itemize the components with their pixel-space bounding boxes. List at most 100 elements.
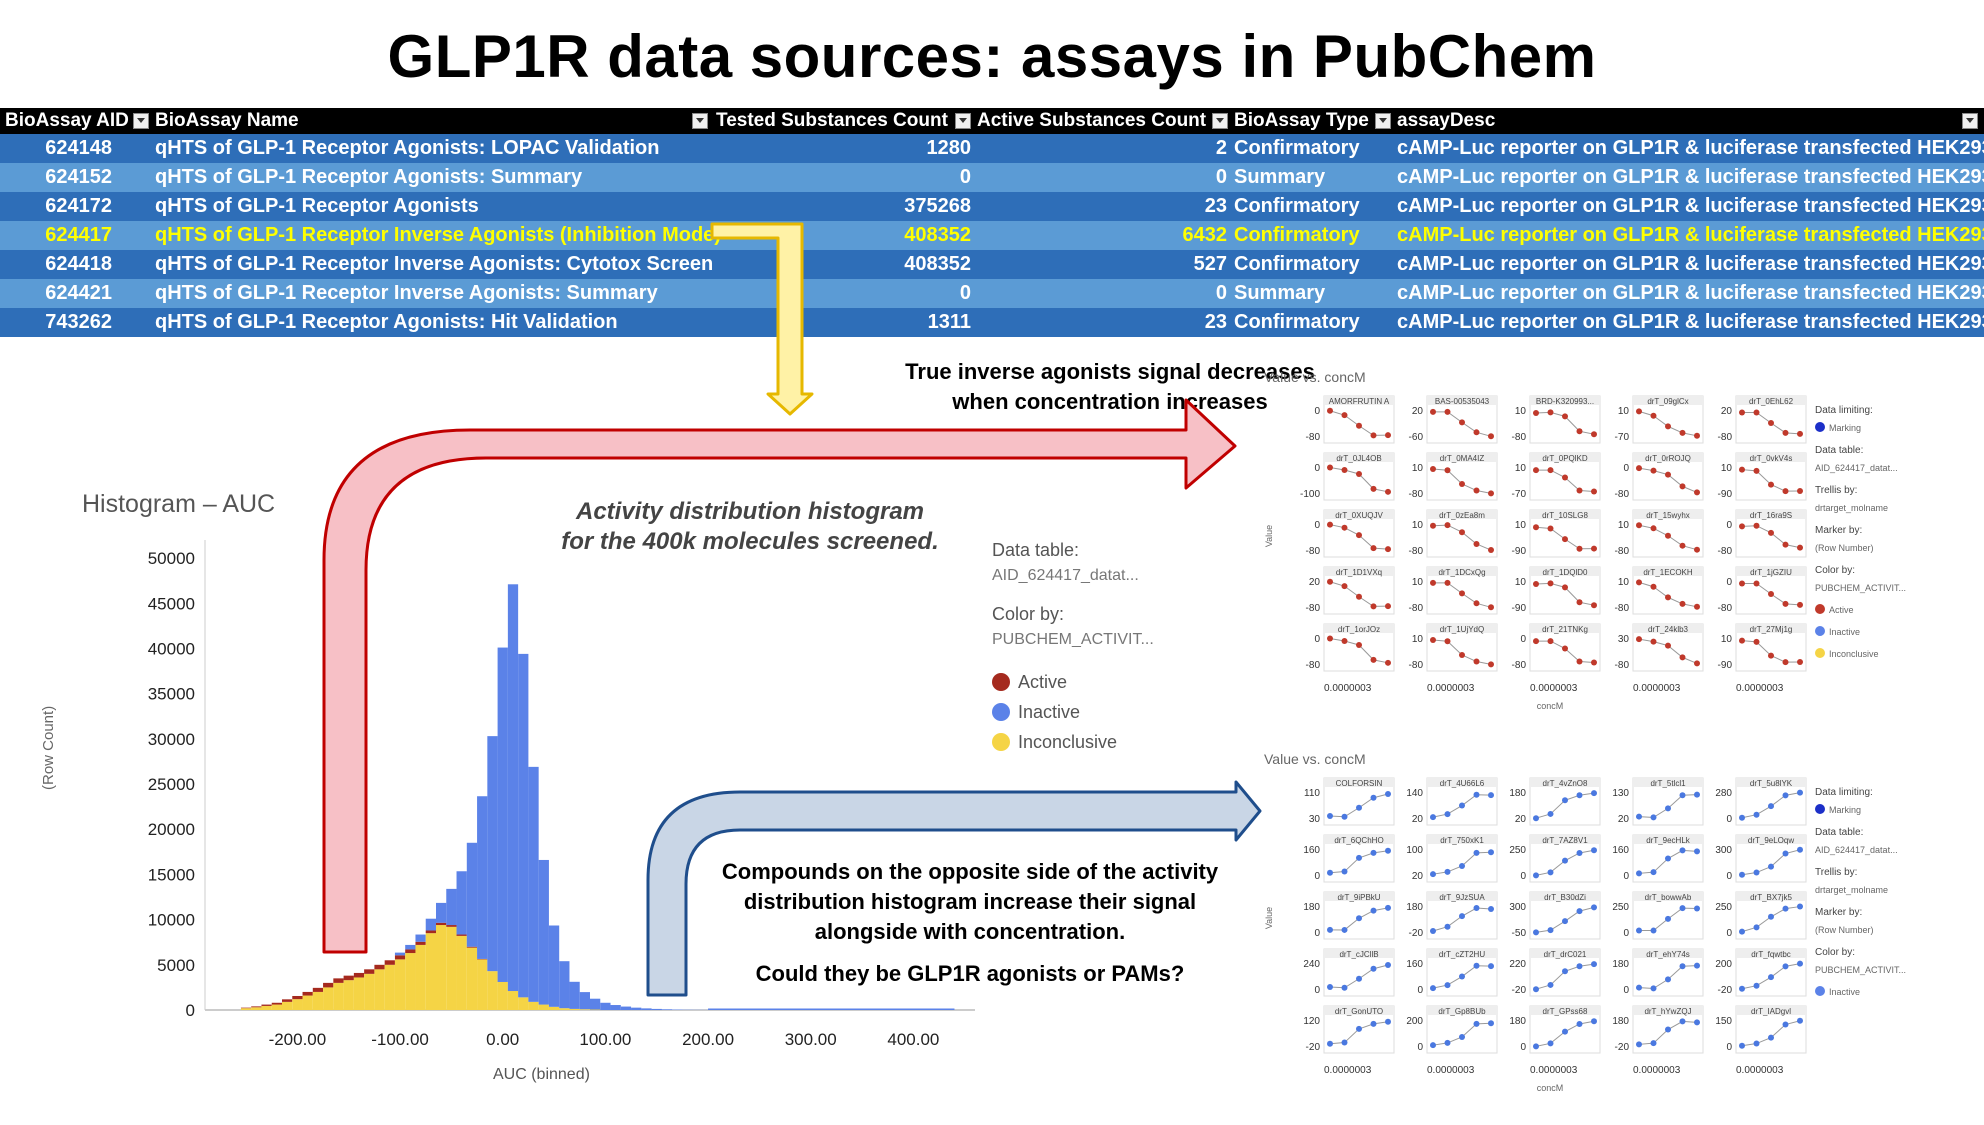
histogram-bar-inconclusive bbox=[292, 999, 303, 1010]
trellis-point bbox=[1444, 923, 1451, 930]
histogram-bar-active bbox=[364, 969, 375, 974]
trellis-point bbox=[1533, 872, 1539, 879]
trellis-panel-title: drT_IADgvl bbox=[1751, 1007, 1791, 1016]
trellis-ytick: -80 bbox=[1409, 489, 1424, 500]
trellis-point bbox=[1562, 584, 1568, 591]
histogram-bar-inconclusive bbox=[353, 977, 365, 1010]
histogram-bar-active bbox=[343, 975, 354, 981]
filter-dropdown-icon[interactable] bbox=[1212, 113, 1228, 129]
trellis-sidebar-text: PUBCHEM_ACTIVIT... bbox=[1815, 965, 1906, 975]
histogram-bar-inconclusive bbox=[240, 1008, 252, 1010]
trellis-point bbox=[1430, 871, 1436, 878]
trellis-point bbox=[1753, 1040, 1760, 1047]
histogram-tail bbox=[708, 1008, 955, 1010]
histogram-bar-inconclusive bbox=[466, 947, 478, 1010]
trellis-point bbox=[1739, 871, 1745, 878]
trellis-point bbox=[1636, 465, 1642, 472]
legend-label: Color by: bbox=[992, 604, 1065, 624]
trellis-point bbox=[1591, 790, 1597, 797]
y-tick-label: 35000 bbox=[148, 685, 195, 704]
histogram-bar-active bbox=[261, 1004, 272, 1006]
trellis-point bbox=[1459, 529, 1465, 536]
trellis-point bbox=[1694, 962, 1700, 969]
trellis-point bbox=[1753, 924, 1760, 931]
trellis-point bbox=[1341, 1039, 1348, 1046]
table-row[interactable]: 624172 qHTS of GLP-1 Receptor Agonists 375… bbox=[0, 192, 1984, 221]
trellis-panel-title: drT_fqwtbc bbox=[1751, 950, 1791, 959]
histogram-title: Histogram – AUC bbox=[82, 490, 276, 518]
trellis-ytick: 20 bbox=[1515, 814, 1527, 825]
trellis-point bbox=[1650, 869, 1657, 876]
table-cell-desc: cAMP-Luc reporter on GLP1R & luciferase … bbox=[1397, 166, 1984, 188]
trellis-point bbox=[1341, 868, 1348, 875]
legend-dot-icon bbox=[992, 673, 1010, 691]
trellis-point bbox=[1533, 929, 1539, 936]
trellis-ytick: 0 bbox=[1314, 634, 1320, 645]
trellis-point bbox=[1547, 409, 1554, 416]
filter-dropdown-icon[interactable] bbox=[1962, 113, 1978, 129]
trellis-xtick: 0.0000003 bbox=[1530, 683, 1578, 694]
trellis-point bbox=[1562, 797, 1568, 804]
col-header-active[interactable]: Active Substances Count bbox=[977, 108, 1206, 134]
table-row[interactable]: 624417 qHTS of GLP-1 Receptor Inverse Ago… bbox=[0, 221, 1984, 250]
trellis-point bbox=[1370, 656, 1377, 663]
histogram-bar-inactive bbox=[487, 736, 498, 972]
trellis-point bbox=[1782, 905, 1789, 912]
trellis-point bbox=[1562, 1028, 1568, 1035]
histogram-bar-inconclusive bbox=[312, 991, 324, 1010]
table-row[interactable]: 624421 qHTS of GLP-1 Receptor Inverse Ago… bbox=[0, 279, 1984, 308]
table-cell-aid: 624418 bbox=[45, 253, 112, 275]
trellis-ytick: 140 bbox=[1406, 788, 1423, 799]
trellis-ytick: 0 bbox=[1623, 871, 1629, 882]
table-cell-name: qHTS of GLP-1 Receptor Agonists: LOPAC V… bbox=[155, 137, 660, 159]
x-tick-label: 100.00 bbox=[579, 1030, 631, 1049]
trellis-ytick: 0 bbox=[1314, 985, 1320, 996]
trellis-point bbox=[1547, 869, 1554, 876]
trellis-ytick: 0 bbox=[1623, 928, 1629, 939]
trellis-legend-dot-icon bbox=[1815, 986, 1825, 996]
trellis-ytick: 10 bbox=[1412, 463, 1424, 474]
trellis-point bbox=[1385, 847, 1391, 854]
trellis-ytick: -100 bbox=[1300, 489, 1320, 500]
histogram-bar-inactive bbox=[466, 842, 478, 947]
col-header-aid[interactable]: BioAssay AID bbox=[5, 108, 129, 134]
trellis-ytick: 120 bbox=[1303, 1016, 1320, 1027]
histogram-bar-active bbox=[436, 922, 447, 926]
table-row[interactable]: 624152 qHTS of GLP-1 Receptor Agonists: S… bbox=[0, 163, 1984, 192]
col-header-tested[interactable]: Tested Substances Count bbox=[716, 108, 948, 134]
trellis-point bbox=[1459, 652, 1465, 659]
filter-dropdown-icon[interactable] bbox=[692, 113, 708, 129]
trellis-panel-title: drT_4U66L6 bbox=[1440, 779, 1485, 788]
trellis-sidebar-text: Data table: bbox=[1815, 445, 1863, 456]
trellis-panel-title: drT_hYwZQJ bbox=[1644, 1007, 1691, 1016]
x-tick-label: 300.00 bbox=[785, 1030, 837, 1049]
col-header-name[interactable]: BioAssay Name bbox=[155, 108, 299, 134]
x-tick-label: 0.00 bbox=[486, 1030, 519, 1049]
histogram-xlabel: AUC (binned) bbox=[493, 1066, 590, 1083]
trellis-ytick: 250 bbox=[1612, 902, 1629, 913]
table-row[interactable]: 743262 qHTS of GLP-1 Receptor Agonists: H… bbox=[0, 308, 1984, 337]
trellis-point bbox=[1444, 522, 1451, 529]
trellis-panel-title: drT_0rROJQ bbox=[1645, 454, 1691, 463]
filter-dropdown-icon[interactable] bbox=[955, 113, 971, 129]
trellis-point bbox=[1679, 483, 1686, 490]
trellis-point bbox=[1533, 524, 1539, 531]
filter-dropdown-icon[interactable] bbox=[1375, 113, 1391, 129]
table-cell-name: qHTS of GLP-1 Receptor Agonists bbox=[155, 195, 479, 217]
trellis-point bbox=[1591, 904, 1597, 911]
filter-dropdown-icon[interactable] bbox=[133, 113, 149, 129]
table-row[interactable]: 624418 qHTS of GLP-1 Receptor Inverse Ago… bbox=[0, 250, 1984, 279]
col-header-type[interactable]: BioAssay Type bbox=[1234, 108, 1369, 134]
table-row[interactable]: 624148 qHTS of GLP-1 Receptor Agonists: L… bbox=[0, 134, 1984, 163]
trellis-ytick: 20 bbox=[1412, 871, 1424, 882]
trellis-point bbox=[1636, 579, 1642, 586]
col-header-desc[interactable]: assayDesc bbox=[1397, 108, 1495, 134]
histogram-bar-active bbox=[415, 941, 426, 945]
trellis-panel-title: drT_0vkV4s bbox=[1750, 454, 1793, 463]
trellis-point bbox=[1430, 522, 1436, 529]
histogram-bar-active bbox=[394, 955, 406, 960]
trellis-point bbox=[1459, 913, 1465, 920]
trellis-ytick: 10 bbox=[1412, 577, 1424, 588]
trellis-ytick: 280 bbox=[1715, 788, 1732, 799]
histogram-bar-inactive bbox=[559, 961, 570, 1009]
